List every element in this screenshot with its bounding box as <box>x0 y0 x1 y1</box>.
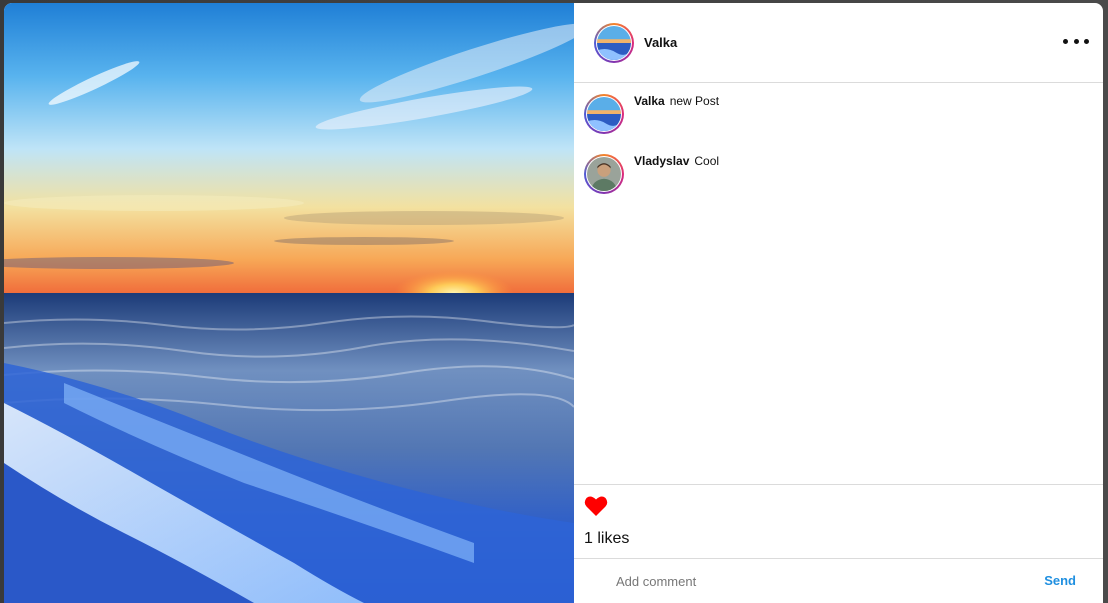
comment-avatar[interactable] <box>584 94 624 134</box>
dot <box>1073 38 1079 44</box>
comment-input[interactable] <box>614 572 1018 590</box>
comment-body: Cool <box>694 154 720 168</box>
comments-list: Valka new Post Vladyslav Cool <box>574 83 1103 485</box>
post-actions: 1 likes <box>574 485 1103 559</box>
ocean-avatar-icon <box>587 97 621 131</box>
more-options-button[interactable] <box>1063 33 1089 49</box>
likes-count: 1 likes <box>584 530 630 547</box>
ocean-sunset-photo <box>4 3 574 603</box>
comment-bar: Send <box>574 559 1103 603</box>
comment-author[interactable]: Valka <box>634 94 665 108</box>
ocean-avatar-icon <box>597 25 631 60</box>
send-button[interactable]: Send <box>1044 573 1076 588</box>
person-avatar-icon <box>587 157 621 191</box>
comment-body: new Post <box>669 94 720 108</box>
heart-icon[interactable] <box>584 495 608 517</box>
post-header: Valka <box>574 3 1103 83</box>
dot <box>1084 38 1089 44</box>
comment-item: Vladyslav Cool <box>584 151 1093 211</box>
post-modal: Valka Valka new Post Vladyslav Cool 1 li… <box>4 3 1103 603</box>
post-side-panel: Valka Valka new Post Vladyslav Cool 1 li… <box>574 3 1103 603</box>
comment-text-block: Vladyslav Cool <box>634 154 719 168</box>
dot <box>1063 38 1068 44</box>
comment-avatar[interactable] <box>584 154 624 194</box>
comment-text-block: Valka new Post <box>634 94 719 108</box>
post-image <box>4 3 574 603</box>
comment-item: Valka new Post <box>584 91 1093 151</box>
author-username[interactable]: Valka <box>644 35 677 50</box>
comment-author[interactable]: Vladyslav <box>634 154 689 168</box>
author-avatar[interactable] <box>594 22 634 63</box>
